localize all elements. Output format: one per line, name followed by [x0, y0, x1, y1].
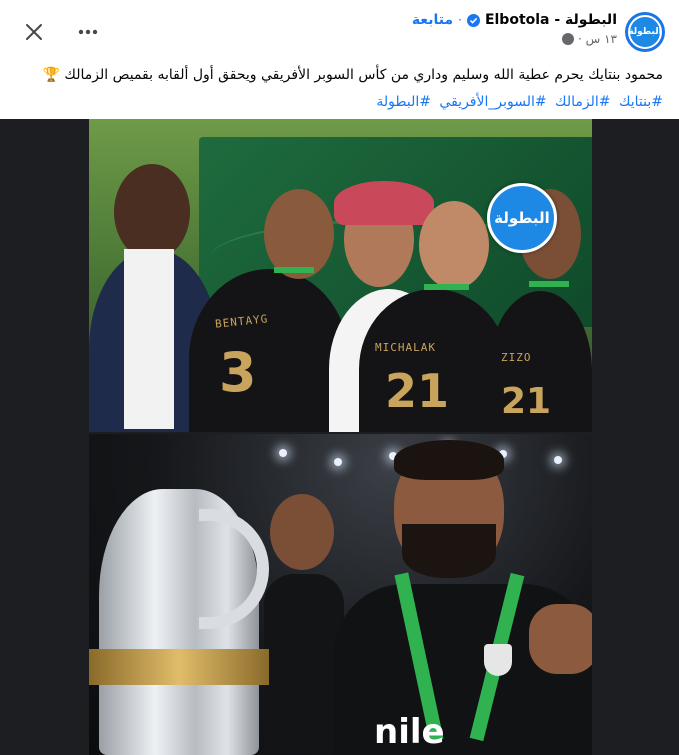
avatar-logo-text: البطولة	[628, 27, 662, 37]
guest-shemagh	[334, 181, 434, 225]
more-options-button[interactable]	[70, 14, 106, 50]
trophy-gold-band	[89, 649, 269, 685]
more-horizontal-icon	[78, 29, 98, 35]
player-hair	[394, 440, 504, 480]
media-frame[interactable]: BENTAYG 3 MICHALAK 21 ZIZO 21 البطولة ni…	[89, 119, 592, 755]
super-cup-trophy	[89, 489, 269, 755]
shirt-number: 21	[501, 381, 552, 422]
shirt-name: ZIZO	[501, 351, 532, 364]
raised-fist	[529, 604, 592, 674]
club-crest	[484, 644, 512, 676]
header-actions	[16, 14, 106, 50]
post-caption: محمود بنتايك يحرم عطية الله وسليم وداري …	[13, 62, 663, 116]
hashtag-link[interactable]: #بنتايك	[619, 94, 663, 110]
post-timestamp[interactable]: ١٣ س ·	[578, 32, 617, 46]
globe-icon	[562, 33, 575, 45]
page-avatar[interactable]: البطولة	[625, 12, 665, 52]
official-head	[114, 164, 190, 260]
separator-dot: ·	[458, 13, 462, 27]
player-beard	[402, 524, 496, 578]
hashtag-link[interactable]: #الزمالك	[555, 94, 610, 110]
verified-badge-icon	[466, 13, 480, 27]
close-icon	[26, 24, 42, 40]
follow-button[interactable]: متابعة	[412, 12, 453, 28]
hashtag-list: #بنتايك #الزمالك #السوبر_الأفريقي #البطو…	[13, 89, 663, 116]
shirt-number: 3	[219, 341, 257, 404]
hashtag-link[interactable]: #السوبر_الأفريقي	[439, 94, 546, 110]
lanyard	[424, 284, 469, 290]
hashtag-link[interactable]: #البطولة	[376, 94, 431, 110]
shirt-name: MICHALAK	[375, 341, 436, 354]
watermark-text: البطولة	[494, 209, 550, 227]
time-row: ١٣ س ·	[412, 32, 617, 46]
post-media[interactable]: BENTAYG 3 MICHALAK 21 ZIZO 21 البطولة ni…	[0, 119, 679, 755]
lanyard	[529, 281, 569, 287]
name-row: البطولة - Elbotola · متابعة	[412, 12, 617, 28]
official-shirt	[124, 249, 174, 429]
stadium-light	[279, 449, 287, 457]
player-michalak-head	[419, 201, 489, 289]
celebrating-player: nile	[294, 440, 592, 755]
close-button[interactable]	[16, 14, 52, 50]
lanyard	[274, 267, 314, 273]
shirt-number: 21	[385, 364, 450, 418]
caption-text: محمود بنتايك يحرم عطية الله وسليم وداري …	[42, 67, 663, 83]
player-bentayg-head	[264, 189, 334, 279]
brand-watermark: البطولة	[487, 183, 557, 253]
photo-player-celebration: nile	[89, 434, 592, 755]
sponsor-text: nile	[374, 712, 445, 752]
post-meta: البطولة - Elbotola · متابعة ١٣ س ·	[412, 12, 617, 46]
avatar-logo: البطولة	[628, 15, 662, 49]
photo-trophy-ceremony: BENTAYG 3 MICHALAK 21 ZIZO 21 البطولة	[89, 119, 592, 432]
page-name-link[interactable]: البطولة - Elbotola	[485, 12, 617, 28]
post-header: البطولة البطولة - Elbotola · متابعة ١٣ س…	[0, 0, 679, 60]
